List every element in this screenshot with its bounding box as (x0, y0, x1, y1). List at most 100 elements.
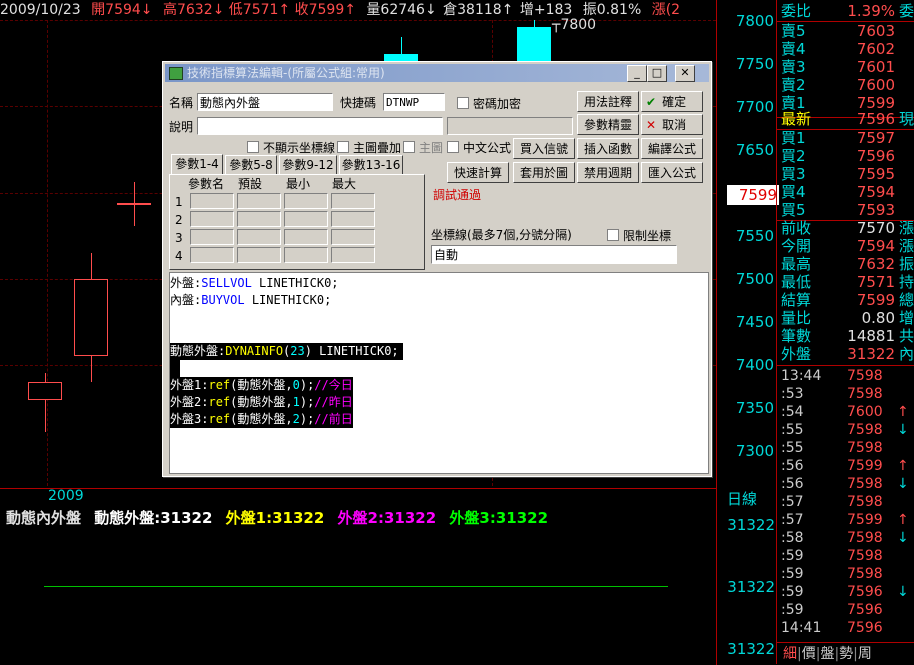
code-line: 外盤2:ref(動態外盤,1);//昨日 (170, 394, 353, 411)
disable-period-button[interactable]: 禁用週期 (577, 162, 639, 183)
quote-panel[interactable]: 委比 1.39% 委 最新 7596 現 細|價|盤|勢|周 賣5 7603 賣4 7… (776, 0, 914, 664)
bid-row: 買1 7597 (781, 129, 895, 147)
quote-bottom-tabs: 細|價|盤|勢|周 (777, 642, 914, 665)
stat-row: 外盤 31322 內 (781, 345, 914, 363)
tab-detail[interactable]: 細 (783, 646, 797, 662)
cancel-button[interactable]: ✕ 取消 (641, 114, 703, 135)
limit-axis-checkbox[interactable]: 限制坐標 (607, 228, 671, 244)
param-cell[interactable] (190, 247, 234, 263)
param-cell[interactable] (190, 229, 234, 245)
tab-week[interactable]: 周 (858, 646, 872, 662)
indicator-value-outer3: 外盤3:31322 (449, 509, 549, 527)
param-cell[interactable] (284, 229, 328, 245)
param-header-min: 最小 (286, 177, 311, 191)
ok-button[interactable]: ✔ 確定 (641, 91, 703, 112)
checkbox-box (457, 97, 469, 109)
tick-row: :59 7598 (781, 566, 883, 582)
param-cell[interactable] (284, 247, 328, 263)
compile-status: 調試通過 (433, 188, 482, 202)
code-line-blank (170, 360, 180, 377)
tab-price[interactable]: 價 (802, 646, 816, 662)
price-tick: 7300 (735, 442, 774, 460)
indicator-line (44, 586, 668, 587)
chinese-formula-checkbox[interactable]: 中文公式 (447, 140, 511, 156)
param-cell[interactable] (237, 193, 281, 209)
formula-code-editor[interactable]: 外盤:SELLVOL LINETHICK0; 內盤:BUYVOL LINETHI… (169, 272, 709, 474)
main-chart-checkbox[interactable]: 主圖 (403, 140, 443, 156)
param-row-number: 3 (175, 231, 183, 245)
encrypt-checkbox[interactable]: 密碼加密 (457, 96, 521, 112)
indicator-axis-value: 31322 (727, 578, 775, 596)
tab-params-1-4[interactable]: 參數1-4 (171, 154, 223, 174)
oi-change-value: 增+183 (519, 2, 573, 18)
param-cell[interactable] (284, 211, 328, 227)
shortcut-input[interactable]: DTNWP (383, 93, 445, 111)
name-input[interactable]: 動態內外盤 (197, 93, 333, 111)
param-cell[interactable] (331, 247, 375, 263)
minimize-button[interactable]: _ (627, 65, 647, 82)
checkbox-box (607, 229, 619, 241)
price-summary-bar: 2009/10/23 開7594↓ 高7632↓ 低7571↑ 收7599↑ 量… (0, 0, 716, 20)
code-line: 外盤1:ref(動態外盤,0);//今日 (170, 377, 353, 394)
param-cell[interactable] (331, 211, 375, 227)
tick-row: :59 7596 (781, 602, 883, 618)
axis-input[interactable]: 自動 (431, 245, 677, 264)
indicator-value-dynamic-outer: 動態外盤:31322 (94, 509, 213, 527)
description-input[interactable] (197, 117, 443, 135)
param-cell[interactable] (284, 193, 328, 209)
param-cell[interactable] (190, 211, 234, 227)
weibi-row: 委比 1.39% 委 (781, 2, 914, 20)
close-button[interactable]: ✕ (675, 65, 695, 82)
tab-params-9-12[interactable]: 參數9-12 (279, 155, 337, 174)
param-cell[interactable] (331, 193, 375, 209)
price-tick: 7550 (735, 227, 774, 245)
price-tick: 7500 (735, 270, 774, 288)
main-overlay-checkbox[interactable]: 主圖疊加 (337, 140, 401, 156)
change-value: 漲(2 (651, 2, 681, 18)
stat-row: 最低 7571 持 (781, 273, 914, 291)
param-cell[interactable] (331, 229, 375, 245)
stat-row: 結算 7599 總 (781, 291, 914, 309)
dialog-title-bar[interactable]: 技術指標算法編輯-(所屬公式組:常用) _ □ ✕ (165, 64, 709, 82)
tick-row: :55 7598 (781, 440, 883, 456)
x-icon: ✕ (646, 118, 657, 132)
candle-body (28, 382, 62, 401)
axis-label: 坐標線(最多7個,分號分隔) (431, 228, 572, 242)
quick-calc-button[interactable]: 快速計算 (447, 162, 509, 183)
tick-row: :59 7598 (781, 548, 883, 564)
param-table: 參數名 預設 最小 最大 1 2 3 4 (169, 174, 425, 270)
buy-signal-button[interactable]: 買入信號 (513, 138, 575, 159)
tab-params-5-8[interactable]: 參數5-8 (225, 155, 277, 174)
tick-row: :57 7599 ↑ (781, 512, 909, 528)
maximize-button[interactable]: □ (647, 65, 667, 82)
param-header-max: 最大 (332, 177, 357, 191)
indicator-legend: 動態內外盤 動態外盤:31322 外盤1:31322 外盤2:31322 外盤3… (6, 507, 548, 528)
tab-trend[interactable]: 勢 (839, 646, 853, 662)
price-tick: 7700 (735, 98, 774, 116)
compile-formula-button[interactable]: 編譯公式 (641, 138, 703, 159)
param-cell[interactable] (237, 247, 281, 263)
candle-body (117, 202, 151, 205)
indicator-editor-dialog[interactable]: 技術指標算法編輯-(所屬公式組:常用) _ □ ✕ 名稱 動態內外盤 快捷碼 D… (162, 61, 712, 477)
param-cell[interactable] (237, 229, 281, 245)
tab-book[interactable]: 盤 (820, 646, 834, 662)
param-wizard-button[interactable]: 參數精靈 (577, 114, 639, 135)
insert-function-button[interactable]: 插入函數 (577, 138, 639, 159)
param-cell[interactable] (237, 211, 281, 227)
import-formula-button[interactable]: 匯入公式 (641, 162, 703, 183)
bid-row: 買2 7596 (781, 147, 895, 165)
usage-notes-button[interactable]: 用法註釋 (577, 91, 639, 112)
high-value: 高7632↓ (162, 2, 225, 18)
ask-row: 賣1 7599 (781, 94, 895, 112)
indicator-panel[interactable]: 動態內外盤 動態外盤:31322 外盤1:31322 外盤2:31322 外盤3… (0, 488, 717, 665)
stat-row: 量比 0.80 增 (781, 309, 914, 327)
apply-to-chart-button[interactable]: 套用於圖 (513, 162, 575, 183)
param-cell[interactable] (190, 193, 234, 209)
price-tick: 7750 (735, 55, 774, 73)
hide-axis-checkbox[interactable]: 不顯示坐標線 (247, 140, 335, 156)
checkbox-box (403, 141, 415, 153)
period-label[interactable]: 日線 (727, 488, 757, 509)
tab-params-13-16[interactable]: 參數13-16 (339, 155, 403, 174)
date-label: 2009/10/23 (0, 2, 81, 18)
close-value: 收7599↑ (294, 2, 356, 18)
